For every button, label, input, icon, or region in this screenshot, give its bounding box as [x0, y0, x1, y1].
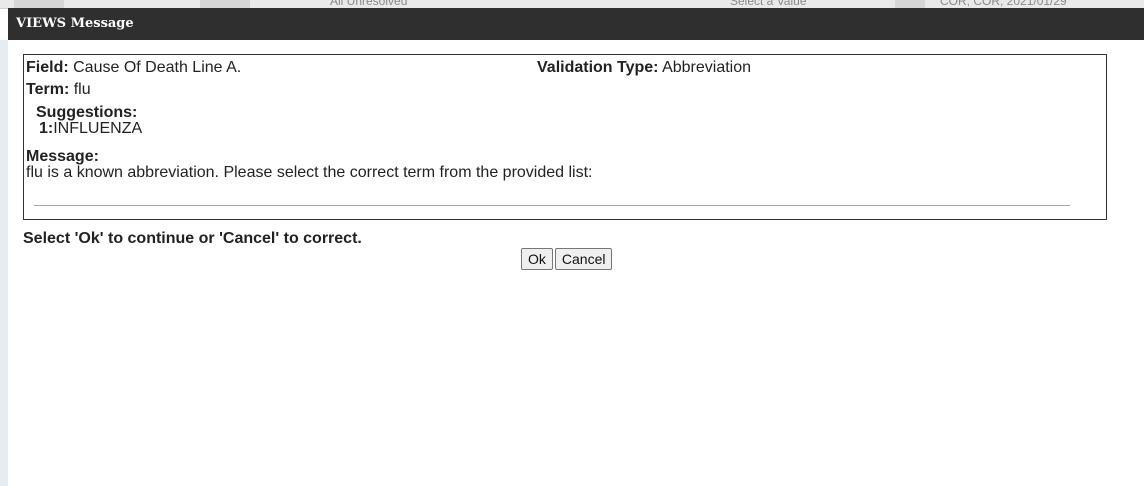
divider — [34, 205, 1070, 206]
message-label: Message: — [26, 148, 99, 165]
field-row: Field: Cause Of Death Line A. — [26, 59, 241, 77]
continue-prompt: Select 'Ok' to continue or 'Cancel' to c… — [23, 230, 362, 247]
suggestions-section: Suggestions: 1:INFLUENZA — [36, 105, 142, 137]
term-value: flu — [73, 81, 91, 98]
message-details-box: Field: Cause Of Death Line A. Validation… — [23, 54, 1107, 220]
background-control — [14, 0, 64, 8]
views-message-dialog: VIEWS Message Field: Cause Of Death Line… — [8, 8, 1144, 486]
field-value: Cause Of Death Line A. — [73, 59, 242, 76]
background-record-text: COR, COR, 2021/01/29 — [940, 0, 1067, 8]
suggestion-index: 1: — [39, 120, 54, 137]
suggestions-label: Suggestions: — [36, 104, 138, 121]
dialog-title: VIEWS Message — [8, 8, 1144, 40]
suggestion-item[interactable]: 1:INFLUENZA — [36, 121, 142, 137]
validation-type-label: Validation Type: — [537, 59, 659, 76]
button-row: Ok Cancel — [521, 248, 613, 270]
background-control — [200, 0, 250, 8]
term-label: Term: — [26, 81, 70, 98]
message-text: flu is a known abbreviation. Please sele… — [26, 164, 593, 181]
background-control — [895, 0, 925, 8]
background-select-text: Select a Value — [730, 0, 807, 8]
ok-button[interactable]: Ok — [521, 248, 553, 270]
term-row: Term: flu — [26, 81, 91, 99]
validation-type-value: Abbreviation — [662, 59, 752, 76]
message-section: Message: flu is a known abbreviation. Pl… — [26, 149, 592, 181]
validation-type-row: Validation Type: Abbreviation — [537, 59, 751, 77]
cancel-button[interactable]: Cancel — [554, 248, 613, 270]
field-label: Field: — [26, 59, 69, 76]
suggestion-value: INFLUENZA — [53, 120, 143, 137]
background-filter-text: All Unresolved — [330, 0, 408, 8]
